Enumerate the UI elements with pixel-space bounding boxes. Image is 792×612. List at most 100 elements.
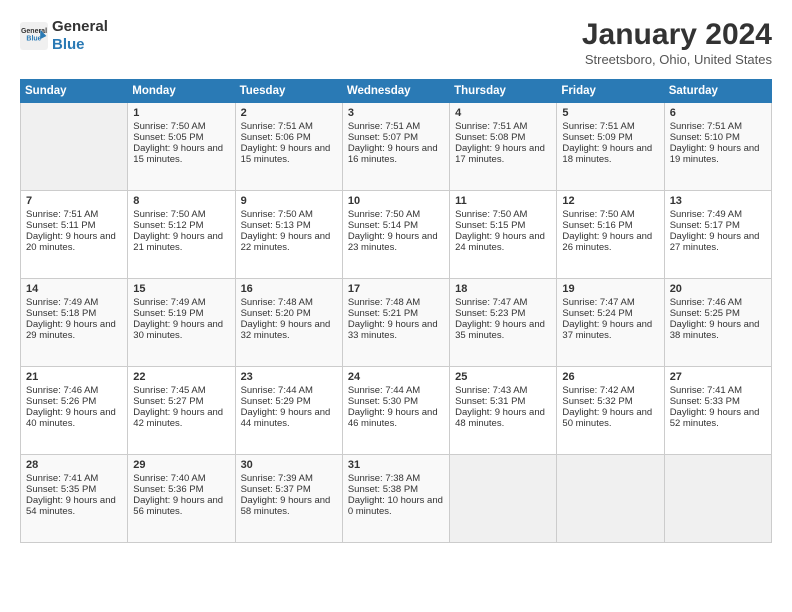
daylight-text: Daylight: 9 hours and 54 minutes. (26, 495, 116, 517)
sunrise-text: Sunrise: 7:50 AM (133, 209, 205, 220)
calendar-cell: 2 Sunrise: 7:51 AM Sunset: 5:06 PM Dayli… (235, 103, 342, 191)
col-wednesday: Wednesday (342, 80, 449, 103)
daylight-text: Daylight: 9 hours and 40 minutes. (26, 407, 116, 429)
calendar-week-2: 14 Sunrise: 7:49 AM Sunset: 5:18 PM Dayl… (21, 279, 772, 367)
calendar-week-3: 21 Sunrise: 7:46 AM Sunset: 5:26 PM Dayl… (21, 367, 772, 455)
day-number: 3 (348, 107, 444, 119)
daylight-text: Daylight: 10 hours and 0 minutes. (348, 495, 443, 517)
daylight-text: Daylight: 9 hours and 26 minutes. (562, 231, 652, 253)
sunrise-text: Sunrise: 7:51 AM (26, 209, 98, 220)
sunset-text: Sunset: 5:10 PM (670, 132, 740, 143)
day-number: 9 (241, 195, 337, 207)
calendar-week-4: 28 Sunrise: 7:41 AM Sunset: 5:35 PM Dayl… (21, 455, 772, 543)
sunrise-text: Sunrise: 7:48 AM (241, 297, 313, 308)
daylight-text: Daylight: 9 hours and 19 minutes. (670, 143, 760, 165)
day-number: 30 (241, 459, 337, 471)
sunset-text: Sunset: 5:06 PM (241, 132, 311, 143)
sunset-text: Sunset: 5:31 PM (455, 396, 525, 407)
sunrise-text: Sunrise: 7:44 AM (241, 385, 313, 396)
sunset-text: Sunset: 5:14 PM (348, 220, 418, 231)
day-number: 22 (133, 371, 229, 383)
calendar-cell: 27 Sunrise: 7:41 AM Sunset: 5:33 PM Dayl… (664, 367, 771, 455)
sunset-text: Sunset: 5:24 PM (562, 308, 632, 319)
sunrise-text: Sunrise: 7:51 AM (562, 121, 634, 132)
sunrise-text: Sunrise: 7:51 AM (455, 121, 527, 132)
sunset-text: Sunset: 5:11 PM (26, 220, 96, 231)
day-number: 4 (455, 107, 551, 119)
sunrise-text: Sunrise: 7:51 AM (241, 121, 313, 132)
sunrise-text: Sunrise: 7:50 AM (562, 209, 634, 220)
sunset-text: Sunset: 5:29 PM (241, 396, 311, 407)
calendar-week-1: 7 Sunrise: 7:51 AM Sunset: 5:11 PM Dayli… (21, 191, 772, 279)
day-number: 20 (670, 283, 766, 295)
sunrise-text: Sunrise: 7:50 AM (455, 209, 527, 220)
col-saturday: Saturday (664, 80, 771, 103)
sunrise-text: Sunrise: 7:41 AM (670, 385, 742, 396)
calendar-cell: 11 Sunrise: 7:50 AM Sunset: 5:15 PM Dayl… (450, 191, 557, 279)
sunrise-text: Sunrise: 7:40 AM (133, 473, 205, 484)
title-area: January 2024 Streetsboro, Ohio, United S… (582, 18, 772, 67)
calendar-table: Sunday Monday Tuesday Wednesday Thursday… (20, 79, 772, 543)
sunrise-text: Sunrise: 7:48 AM (348, 297, 420, 308)
calendar-cell (664, 455, 771, 543)
sunrise-text: Sunrise: 7:46 AM (26, 385, 98, 396)
calendar-cell: 1 Sunrise: 7:50 AM Sunset: 5:05 PM Dayli… (128, 103, 235, 191)
daylight-text: Daylight: 9 hours and 42 minutes. (133, 407, 223, 429)
sunset-text: Sunset: 5:32 PM (562, 396, 632, 407)
calendar-cell: 5 Sunrise: 7:51 AM Sunset: 5:09 PM Dayli… (557, 103, 664, 191)
day-number: 21 (26, 371, 122, 383)
sunset-text: Sunset: 5:18 PM (26, 308, 96, 319)
sunrise-text: Sunrise: 7:49 AM (670, 209, 742, 220)
daylight-text: Daylight: 9 hours and 20 minutes. (26, 231, 116, 253)
calendar-body: 1 Sunrise: 7:50 AM Sunset: 5:05 PM Dayli… (21, 103, 772, 543)
calendar-week-0: 1 Sunrise: 7:50 AM Sunset: 5:05 PM Dayli… (21, 103, 772, 191)
calendar-cell (21, 103, 128, 191)
calendar-cell: 8 Sunrise: 7:50 AM Sunset: 5:12 PM Dayli… (128, 191, 235, 279)
header-area: General Blue General Blue January 2024 S… (20, 18, 772, 67)
daylight-text: Daylight: 9 hours and 37 minutes. (562, 319, 652, 341)
daylight-text: Daylight: 9 hours and 48 minutes. (455, 407, 545, 429)
daylight-text: Daylight: 9 hours and 29 minutes. (26, 319, 116, 341)
calendar-cell: 21 Sunrise: 7:46 AM Sunset: 5:26 PM Dayl… (21, 367, 128, 455)
day-number: 6 (670, 107, 766, 119)
day-number: 17 (348, 283, 444, 295)
day-number: 10 (348, 195, 444, 207)
sunset-text: Sunset: 5:12 PM (133, 220, 203, 231)
col-friday: Friday (557, 80, 664, 103)
daylight-text: Daylight: 9 hours and 30 minutes. (133, 319, 223, 341)
calendar-cell: 9 Sunrise: 7:50 AM Sunset: 5:13 PM Dayli… (235, 191, 342, 279)
sunset-text: Sunset: 5:08 PM (455, 132, 525, 143)
day-number: 15 (133, 283, 229, 295)
logo: General Blue General Blue (20, 18, 108, 54)
sunset-text: Sunset: 5:09 PM (562, 132, 632, 143)
sunrise-text: Sunrise: 7:39 AM (241, 473, 313, 484)
calendar-cell: 23 Sunrise: 7:44 AM Sunset: 5:29 PM Dayl… (235, 367, 342, 455)
sunset-text: Sunset: 5:13 PM (241, 220, 311, 231)
sunset-text: Sunset: 5:27 PM (133, 396, 203, 407)
sunset-text: Sunset: 5:20 PM (241, 308, 311, 319)
sunset-text: Sunset: 5:26 PM (26, 396, 96, 407)
daylight-text: Daylight: 9 hours and 56 minutes. (133, 495, 223, 517)
calendar-cell: 28 Sunrise: 7:41 AM Sunset: 5:35 PM Dayl… (21, 455, 128, 543)
logo-icon: General Blue (20, 22, 48, 50)
daylight-text: Daylight: 9 hours and 17 minutes. (455, 143, 545, 165)
sunset-text: Sunset: 5:37 PM (241, 484, 311, 495)
calendar-cell: 25 Sunrise: 7:43 AM Sunset: 5:31 PM Dayl… (450, 367, 557, 455)
calendar-cell (557, 455, 664, 543)
svg-text:Blue: Blue (26, 36, 41, 43)
day-number: 2 (241, 107, 337, 119)
sunset-text: Sunset: 5:21 PM (348, 308, 418, 319)
day-number: 7 (26, 195, 122, 207)
calendar-cell: 29 Sunrise: 7:40 AM Sunset: 5:36 PM Dayl… (128, 455, 235, 543)
sunset-text: Sunset: 5:25 PM (670, 308, 740, 319)
sunset-text: Sunset: 5:36 PM (133, 484, 203, 495)
sunset-text: Sunset: 5:35 PM (26, 484, 96, 495)
calendar-cell: 10 Sunrise: 7:50 AM Sunset: 5:14 PM Dayl… (342, 191, 449, 279)
sunrise-text: Sunrise: 7:46 AM (670, 297, 742, 308)
daylight-text: Daylight: 9 hours and 23 minutes. (348, 231, 438, 253)
calendar-cell: 30 Sunrise: 7:39 AM Sunset: 5:37 PM Dayl… (235, 455, 342, 543)
sunrise-text: Sunrise: 7:47 AM (562, 297, 634, 308)
daylight-text: Daylight: 9 hours and 22 minutes. (241, 231, 331, 253)
month-title: January 2024 (582, 18, 772, 52)
calendar-cell: 19 Sunrise: 7:47 AM Sunset: 5:24 PM Dayl… (557, 279, 664, 367)
